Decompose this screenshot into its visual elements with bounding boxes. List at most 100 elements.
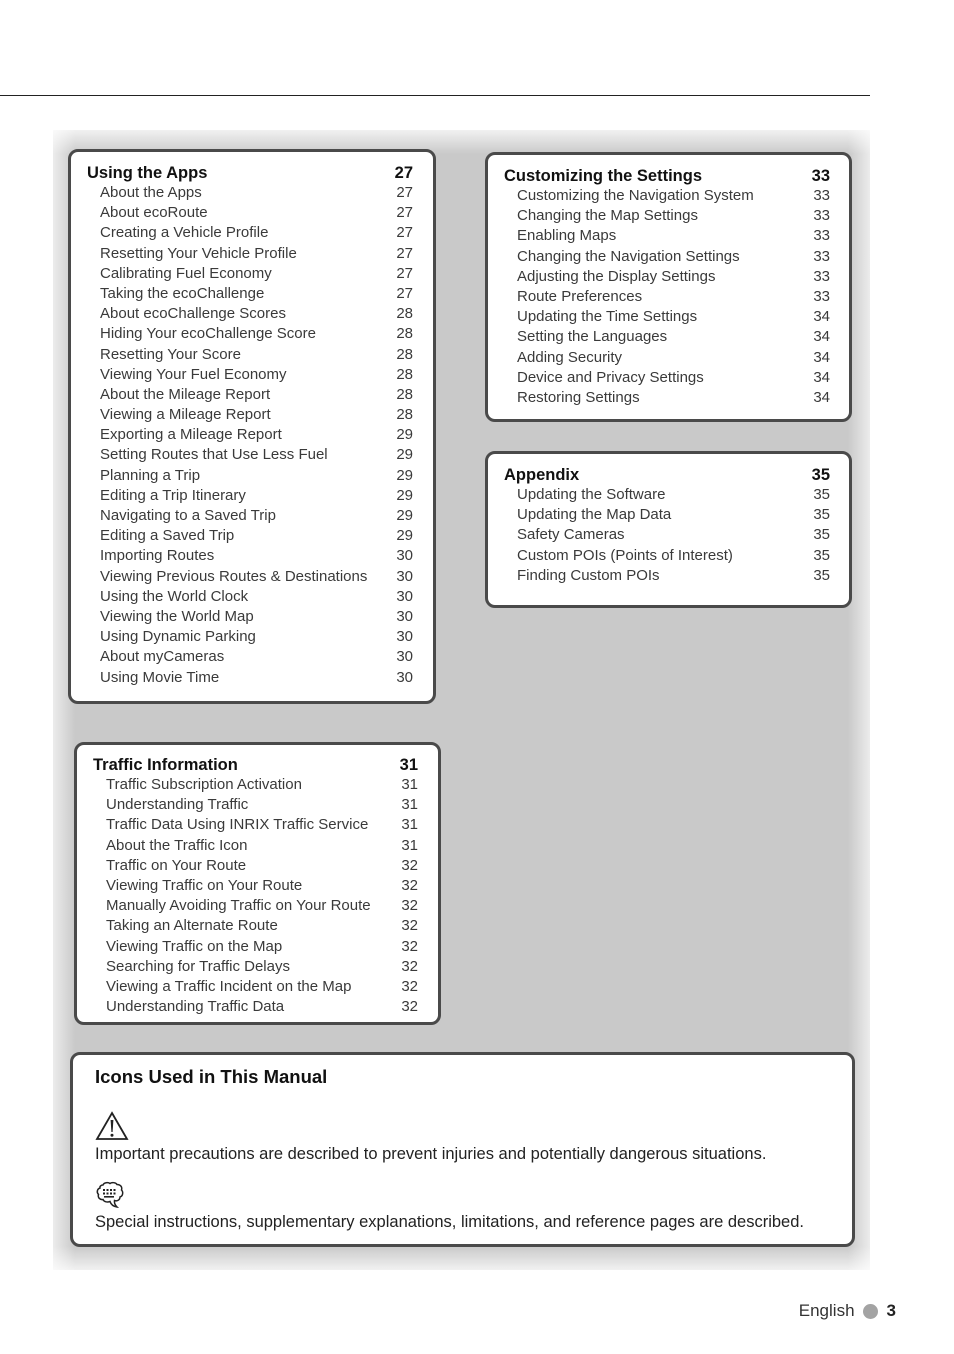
toc-entry[interactable]: Understanding Traffic 31 bbox=[93, 795, 418, 815]
section-page: 35 bbox=[811, 466, 830, 484]
warning-icon bbox=[95, 1111, 129, 1140]
toc-entry-page: 30 bbox=[396, 547, 413, 565]
toc-entry-label: Restoring Settings bbox=[517, 388, 640, 406]
toc-entry-page: 30 bbox=[396, 587, 413, 605]
toc-entry-label: Taking an Alternate Route bbox=[106, 917, 278, 935]
section-heading[interactable]: Traffic Information 31 bbox=[93, 755, 418, 775]
toc-entry[interactable]: Understanding Traffic Data 32 bbox=[93, 997, 418, 1017]
toc-entry[interactable]: Resetting Your Score 28 bbox=[87, 345, 413, 365]
toc-entry[interactable]: Updating the Map Data 35 bbox=[504, 505, 830, 525]
toc-entry[interactable]: Resetting Your Vehicle Profile 27 bbox=[87, 244, 413, 264]
toc-entry-page: 32 bbox=[401, 876, 418, 894]
icon-legend-text: Important precautions are described to p… bbox=[95, 1145, 767, 1163]
toc-entry[interactable]: Viewing a Traffic Incident on the Map 32 bbox=[93, 977, 418, 997]
toc-entry-page: 30 bbox=[396, 567, 413, 585]
toc-entry-label: Traffic on Your Route bbox=[106, 856, 247, 874]
toc-entry-label: About the Mileage Report bbox=[100, 385, 271, 403]
toc-entry[interactable]: Route Preferences 33 bbox=[504, 287, 830, 307]
toc-entry-page: 27 bbox=[396, 224, 413, 242]
toc-entry[interactable]: Customizing the Navigation System 33 bbox=[504, 186, 830, 206]
toc-entry[interactable]: Changing the Map Settings 33 bbox=[504, 206, 830, 226]
toc-entry[interactable]: Adjusting the Display Settings 33 bbox=[504, 267, 830, 287]
toc-entry[interactable]: Viewing Your Fuel Economy 28 bbox=[87, 365, 413, 385]
toc-entry[interactable]: About ecoChallenge Scores 28 bbox=[87, 304, 413, 324]
toc-entry[interactable]: Planning a Trip 29 bbox=[87, 466, 413, 486]
toc-entry[interactable]: Using the World Clock 30 bbox=[87, 587, 413, 607]
toc-entry[interactable]: Custom POIs (Points of Interest) 35 bbox=[504, 546, 830, 566]
toc-entry-label: Exporting a Mileage Report bbox=[100, 426, 282, 444]
toc-entry-label: Traffic Subscription Activation bbox=[106, 776, 302, 793]
section-heading[interactable]: Appendix 35 bbox=[504, 465, 830, 485]
toc-entry-page: 27 bbox=[396, 204, 413, 222]
toc-entry[interactable]: Traffic Subscription Activation 31 bbox=[93, 775, 418, 795]
toc-entry-page: 28 bbox=[396, 345, 413, 363]
toc-entry[interactable]: Searching for Traffic Delays 32 bbox=[93, 957, 418, 977]
toc-entry[interactable]: Adding Security 34 bbox=[504, 348, 830, 368]
toc-entry-label: Viewing Traffic on the Map bbox=[106, 937, 283, 955]
toc-entry[interactable]: Manually Avoiding Traffic on Your Route 3… bbox=[93, 896, 418, 916]
toc-entry-page: 33 bbox=[813, 187, 830, 204]
toc-entry[interactable]: About myCameras 30 bbox=[87, 647, 413, 667]
toc-entry[interactable]: Taking the ecoChallenge 27 bbox=[87, 284, 413, 304]
toc-entry-list: Updating the Software 35 Updating the Map … bbox=[504, 485, 830, 586]
top-rule bbox=[0, 95, 870, 96]
toc-entry-label: Enabling Maps bbox=[517, 227, 617, 245]
toc-entry[interactable]: About the Apps 27 bbox=[87, 183, 413, 203]
toc-entry-label: Hiding Your ecoChallenge Score bbox=[100, 325, 316, 343]
toc-entry[interactable]: Hiding Your ecoChallenge Score 28 bbox=[87, 324, 413, 344]
section-title: Using the Apps bbox=[87, 164, 208, 182]
toc-entry[interactable]: Updating the Software 35 bbox=[504, 485, 830, 505]
toc-entry-label: Changing the Navigation Settings bbox=[517, 247, 740, 265]
toc-entry[interactable]: Calibrating Fuel Economy 27 bbox=[87, 264, 413, 284]
toc-entry[interactable]: Setting the Languages 34 bbox=[504, 327, 830, 347]
toc-entry-page: 32 bbox=[401, 917, 418, 935]
toc-entry[interactable]: Using Movie Time 30 bbox=[87, 668, 413, 688]
toc-entry[interactable]: Exporting a Mileage Report 29 bbox=[87, 425, 413, 445]
toc-entry[interactable]: Traffic on Your Route 32 bbox=[93, 856, 418, 876]
toc-entry-page: 29 bbox=[396, 486, 413, 504]
toc-entry-label: Adding Security bbox=[517, 348, 623, 366]
toc-entry-page: 27 bbox=[396, 244, 413, 262]
toc-entry[interactable]: About the Traffic Icon 31 bbox=[93, 836, 418, 856]
toc-entry[interactable]: Viewing Traffic on the Map 32 bbox=[93, 937, 418, 957]
toc-entry-label: Navigating to a Saved Trip bbox=[100, 507, 276, 524]
toc-entry-page: 34 bbox=[813, 388, 830, 406]
toc-entry[interactable]: Taking an Alternate Route 32 bbox=[93, 916, 418, 936]
toc-entry[interactable]: Editing a Trip Itinerary 29 bbox=[87, 486, 413, 506]
toc-entry[interactable]: Importing Routes 30 bbox=[87, 546, 413, 566]
toc-entry-page: 34 bbox=[813, 368, 830, 386]
toc-entry[interactable]: Navigating to a Saved Trip 29 bbox=[87, 506, 413, 526]
toc-entry[interactable]: Viewing the World Map 30 bbox=[87, 607, 413, 627]
toc-entry-label: Resetting Your Vehicle Profile bbox=[100, 244, 297, 262]
toc-entry[interactable]: About the Mileage Report 28 bbox=[87, 385, 413, 405]
toc-entry[interactable]: Creating a Vehicle Profile 27 bbox=[87, 223, 413, 243]
page-number: 3 bbox=[886, 1301, 896, 1320]
toc-entry[interactable]: Safety Cameras 35 bbox=[504, 525, 830, 545]
toc-entry-label: Safety Cameras bbox=[517, 526, 625, 544]
icon-legend-item-note: Special instructions, supplementary expl… bbox=[95, 1181, 832, 1233]
toc-entry-page: 27 bbox=[396, 284, 413, 302]
footer-dot-icon bbox=[862, 1303, 878, 1319]
toc-entry[interactable]: Setting Routes that Use Less Fuel 29 bbox=[87, 445, 413, 465]
toc-entry[interactable]: Device and Privacy Settings 34 bbox=[504, 368, 830, 388]
toc-entry[interactable]: Viewing Previous Routes & Destinations 30 bbox=[87, 567, 413, 587]
section-heading[interactable]: Using the Apps 27 bbox=[87, 163, 413, 183]
section-heading[interactable]: Customizing the Settings 33 bbox=[504, 166, 830, 186]
toc-entry[interactable]: Updating the Time Settings 34 bbox=[504, 307, 830, 327]
toc-entry[interactable]: Traffic Data Using INRIX Traffic Service… bbox=[93, 815, 418, 835]
toc-entry-page: 27 bbox=[396, 264, 413, 282]
toc-entry[interactable]: Viewing Traffic on Your Route 32 bbox=[93, 876, 418, 896]
toc-entry[interactable]: Enabling Maps 33 bbox=[504, 226, 830, 246]
toc-entry-page: 28 bbox=[396, 365, 413, 383]
toc-entry[interactable]: Viewing a Mileage Report 28 bbox=[87, 405, 413, 425]
toc-entry[interactable]: Using Dynamic Parking 30 bbox=[87, 627, 413, 647]
toc-entry[interactable]: Changing the Navigation Settings 33 bbox=[504, 247, 830, 267]
toc-entry[interactable]: Editing a Saved Trip 29 bbox=[87, 526, 413, 546]
toc-entry-page: 33 bbox=[813, 287, 830, 305]
toc-entry[interactable]: Restoring Settings 34 bbox=[504, 388, 830, 408]
toc-entry[interactable]: About ecoRoute 27 bbox=[87, 203, 413, 223]
toc-entry[interactable]: Finding Custom POIs 35 bbox=[504, 566, 830, 586]
toc-entry-label: Calibrating Fuel Economy bbox=[100, 264, 272, 282]
toc-entry-label: Understanding Traffic Data bbox=[106, 998, 285, 1016]
icon-legend-text: Special instructions, supplementary expl… bbox=[95, 1213, 804, 1231]
